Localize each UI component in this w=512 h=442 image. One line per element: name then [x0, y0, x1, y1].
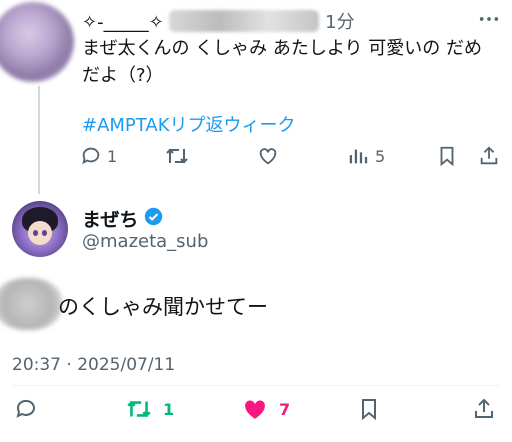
- author-handle[interactable]: @mazeta_sub: [82, 231, 208, 252]
- reply-retweet-button[interactable]: [164, 145, 190, 167]
- tweet-timestamp[interactable]: 20:37 · 2025/07/11: [12, 355, 175, 375]
- views-icon: [347, 145, 369, 167]
- reply-bookmark-button[interactable]: [436, 145, 458, 167]
- share-icon: [472, 397, 496, 421]
- retweet-icon: [125, 397, 153, 421]
- avatar-eye-left: [33, 230, 38, 236]
- reply-text: まぜ太くんの くしゃみ あたしより 可愛いの だめだよ（?）: [82, 38, 482, 86]
- bookmark-button[interactable]: [357, 397, 381, 421]
- reply-view-count: 5: [375, 146, 386, 166]
- more-icon[interactable]: [478, 8, 500, 35]
- divider: [12, 385, 500, 386]
- like-icon: [241, 397, 269, 421]
- reply-views-button[interactable]: 5: [347, 145, 385, 167]
- verified-icon: [144, 207, 163, 231]
- reply-icon: [80, 145, 102, 167]
- reply-button[interactable]: [14, 397, 38, 421]
- reply-author-avatar[interactable]: [0, 2, 74, 82]
- reply-share-button[interactable]: [478, 145, 500, 167]
- avatar-eye-right: [42, 230, 47, 236]
- reply-hashtag-link[interactable]: #AMPTAKリプ返ウィーク: [82, 111, 296, 137]
- retweet-count: 1: [163, 399, 175, 419]
- tweet-text: のくしゃみ聞かせてー: [58, 295, 268, 319]
- reply-author-name-redacted: [169, 10, 320, 32]
- retweet-icon: [164, 145, 190, 167]
- tweet-mention-redacted: [0, 278, 62, 330]
- author-avatar[interactable]: [12, 201, 68, 257]
- share-button[interactable]: [472, 397, 496, 421]
- thread-connector-line: [38, 86, 40, 194]
- reply-reply-button[interactable]: 1: [80, 145, 117, 167]
- author-name-row: まぜち: [82, 205, 163, 232]
- share-icon: [478, 145, 500, 167]
- bookmark-icon: [436, 145, 458, 167]
- reply-reply-count: 1: [107, 146, 118, 166]
- like-count: 7: [279, 399, 291, 419]
- like-button[interactable]: 7: [241, 397, 290, 421]
- reply-like-button[interactable]: [257, 145, 279, 167]
- reply-author-handle[interactable]: ✧-_____✧: [82, 12, 164, 33]
- retweet-button[interactable]: 1: [125, 397, 174, 421]
- like-icon: [257, 145, 279, 167]
- avatar-face: [28, 221, 52, 245]
- reply-header: ✧-_____✧ 1分: [82, 8, 355, 33]
- bookmark-icon: [357, 397, 381, 421]
- reply-icon: [14, 397, 38, 421]
- reply-time[interactable]: 1分: [325, 12, 354, 33]
- author-display-name[interactable]: まぜち: [82, 205, 138, 232]
